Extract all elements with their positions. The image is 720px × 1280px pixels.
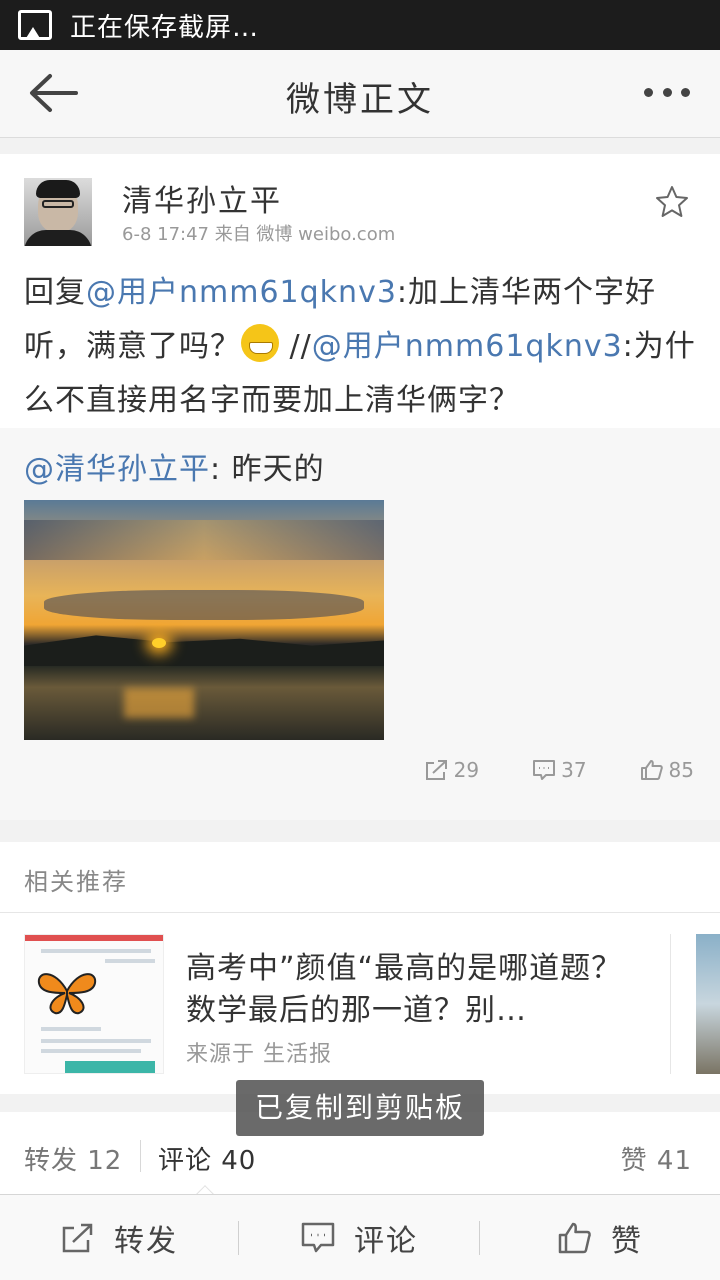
sunset-photo[interactable]: [24, 500, 384, 740]
page-title: 微博正文: [286, 80, 434, 120]
post-text-part: //: [279, 329, 312, 364]
status-text: 正在保存截屏…: [70, 12, 260, 43]
tab-repost[interactable]: 转发 12: [24, 1140, 122, 1177]
divider: [140, 1140, 141, 1172]
grin-emoji-icon: [241, 324, 279, 362]
repost-stats: 29 37 85: [372, 758, 694, 782]
stat-comments-count: 37: [561, 758, 587, 782]
related-header: 相关推荐: [24, 868, 128, 896]
author-name[interactable]: 清华孙立平: [122, 176, 282, 220]
mention-link[interactable]: @用户nmm61qknv3: [312, 329, 623, 364]
related-source: 来源于 生活报: [186, 1042, 332, 1067]
image-icon: [18, 10, 52, 40]
toast-message: 已复制到剪贴板: [236, 1080, 484, 1136]
tab-comment[interactable]: 评论 40: [158, 1140, 256, 1177]
comment-icon: [533, 760, 556, 780]
related-thumbnail[interactable]: [24, 934, 164, 1074]
like-button[interactable]: 赞: [480, 1195, 720, 1280]
stat-likes-count: 85: [668, 758, 694, 782]
stat-likes[interactable]: 85: [639, 758, 694, 782]
tab-like[interactable]: 赞 41: [621, 1140, 692, 1177]
stat-reposts-count: 29: [453, 758, 480, 782]
status-bar: 正在保存截屏…: [0, 0, 720, 50]
related-section: 相关推荐 高考中”颜值“最高的是哪道题？数学最后的那一道？别… 来源于 生活报: [0, 842, 720, 1094]
avatar[interactable]: [24, 178, 92, 246]
comment-button[interactable]: 评论: [239, 1195, 479, 1280]
repost-mention[interactable]: @清华孙立平: [24, 452, 210, 487]
repost-text: @清华孙立平: 昨天的: [24, 444, 325, 488]
share-icon: [425, 760, 447, 780]
thumbs-up-icon: [558, 1222, 591, 1254]
share-icon: [62, 1223, 93, 1253]
post-card: 清华孙立平 6-8 17:47 来自 微博 weibo.com 回复@用户nmm…: [0, 154, 720, 820]
comment-icon: [301, 1222, 335, 1253]
star-icon[interactable]: [654, 184, 690, 220]
stat-reposts[interactable]: 29: [424, 758, 479, 782]
thumbs-up-icon: [640, 760, 663, 780]
stat-comments[interactable]: 37: [531, 758, 587, 782]
repost-body: : 昨天的: [210, 452, 325, 487]
repost-block[interactable]: @清华孙立平: 昨天的 29 37 85: [0, 428, 720, 820]
related-thumbnail-next[interactable]: [696, 934, 720, 1074]
like-button-label: 赞: [611, 1224, 643, 1259]
related-title[interactable]: 高考中”颜值“最高的是哪道题？数学最后的那一道？别…: [186, 948, 646, 1032]
repost-button[interactable]: 转发: [0, 1195, 238, 1280]
comment-button-label: 评论: [354, 1224, 418, 1259]
post-text: 回复@用户nmm61qknv3:加上清华两个字好听，满意了吗？ //@用户nmm…: [24, 266, 700, 428]
bottom-toolbar: 转发 评论 赞: [0, 1194, 720, 1280]
divider: [0, 912, 720, 913]
nav-bar: 微博正文: [0, 50, 720, 138]
more-dots-icon[interactable]: [644, 88, 690, 98]
butterfly-icon: [37, 973, 97, 1015]
mention-link[interactable]: @用户nmm61qknv3: [86, 275, 397, 310]
repost-button-label: 转发: [114, 1224, 178, 1259]
divider: [670, 934, 671, 1074]
post-text-part: 回复: [24, 275, 86, 310]
post-meta: 6-8 17:47 来自 微博 weibo.com: [122, 224, 396, 245]
